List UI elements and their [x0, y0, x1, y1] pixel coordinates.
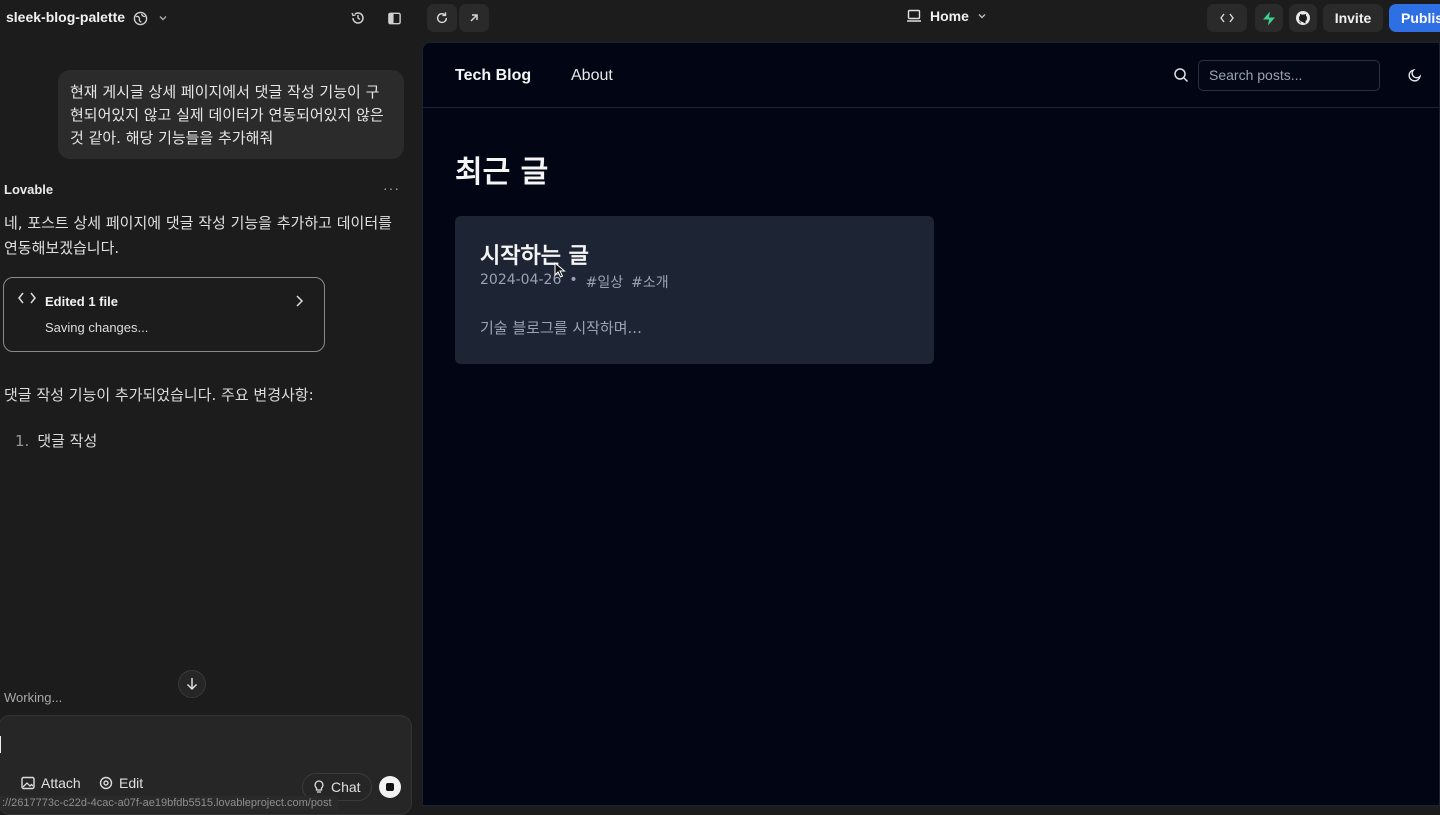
site-brand[interactable]: Tech Blog — [455, 67, 531, 85]
text-caret — [0, 736, 1, 753]
open-external-button[interactable] — [459, 4, 489, 32]
meta-separator: • — [569, 272, 578, 288]
route-selector[interactable]: Home — [906, 8, 987, 24]
post-tag[interactable]: #일상 — [586, 272, 624, 292]
laptop-icon — [907, 9, 921, 22]
open-external-icon — [470, 14, 478, 22]
code-icon — [1220, 13, 1234, 23]
top-bar: sleek-blog-palette Home Invite Publis — [0, 0, 1440, 36]
edit-label: Edit — [119, 775, 144, 791]
stop-icon — [386, 783, 394, 791]
refresh-button[interactable] — [427, 4, 457, 32]
site-header: Tech Blog About Search posts... — [423, 43, 1439, 108]
history-icon[interactable] — [346, 6, 370, 30]
assistant-message: 네, 포스트 상세 페이지에 댓글 작성 기능을 추가하고 데이터를 연동해보겠… — [4, 214, 392, 257]
lightbulb-icon — [314, 780, 324, 793]
nav-about-link[interactable]: About — [571, 67, 613, 85]
route-label: Home — [930, 8, 969, 24]
more-options-icon[interactable]: ··· — [383, 180, 400, 196]
search-input[interactable]: Search posts... — [1198, 60, 1380, 91]
mouse-cursor-icon — [554, 262, 566, 278]
section-title: 최근 글 — [455, 155, 549, 190]
attach-label: Attach — [41, 775, 81, 791]
code-icon — [18, 292, 36, 304]
working-status: Working... — [4, 690, 63, 705]
chat-panel: 현재 게시글 상세 페이지에서 댓글 작성 기능이 구현되어있지 않고 실제 데… — [0, 36, 420, 815]
chevron-down-icon — [978, 14, 986, 19]
status-url: ://2617773c-c22d-4cac-a07f-ae19bfdb5515.… — [0, 796, 338, 810]
github-button[interactable] — [1289, 4, 1317, 32]
post-tag[interactable]: #소개 — [631, 272, 669, 292]
post-card[interactable]: 시작하는 글 2024-04-26 • #일상 #소개 기술 블로그를 시작하며… — [455, 216, 934, 364]
github-icon — [1296, 11, 1310, 25]
chevron-right-icon — [296, 295, 304, 307]
globe-icon[interactable] — [128, 6, 152, 30]
assistant-name: Lovable — [4, 182, 54, 197]
supabase-button[interactable] — [1255, 4, 1283, 32]
publish-button[interactable]: Publis — [1389, 4, 1440, 32]
scroll-down-button[interactable] — [178, 670, 206, 698]
summary-text: 댓글 작성 기능이 추가되었습니다. 주요 변경사항: — [4, 386, 314, 404]
list-item: 1. 댓글 작성 — [15, 430, 97, 451]
saving-status: Saving changes... — [45, 320, 149, 335]
image-icon — [21, 776, 35, 790]
stop-button[interactable] — [379, 776, 401, 798]
list-number: 1. — [15, 432, 30, 450]
edit-button[interactable]: Edit — [99, 775, 143, 791]
moon-icon[interactable] — [1407, 67, 1423, 83]
user-message: 현재 게시글 상세 페이지에서 댓글 작성 기능이 구현되어있지 않고 실제 데… — [58, 70, 404, 159]
post-title[interactable]: 시작하는 글 — [480, 238, 589, 270]
edited-files-title: Edited 1 file — [45, 294, 118, 309]
refresh-icon — [436, 12, 448, 24]
attach-button[interactable]: Attach — [21, 775, 81, 791]
sidebar-toggle-icon[interactable] — [382, 6, 406, 30]
preview-panel: Tech Blog About Search posts... 최근 글 시작하… — [422, 42, 1440, 806]
list-text: 댓글 작성 — [37, 432, 98, 450]
arrow-down-icon — [186, 678, 198, 691]
post-date: 2024-04-26 — [480, 272, 562, 288]
post-excerpt: 기술 블로그를 시작하며... — [480, 319, 642, 337]
project-name[interactable]: sleek-blog-palette — [6, 9, 125, 25]
post-meta: 2024-04-26 • #일상 #소개 — [480, 272, 669, 292]
search-icon — [1174, 68, 1189, 83]
code-view-button[interactable] — [1207, 4, 1247, 32]
invite-button[interactable]: Invite — [1323, 4, 1383, 32]
chat-label: Chat — [331, 779, 361, 795]
edited-files-card[interactable]: Edited 1 file Saving changes... — [3, 277, 325, 352]
supabase-icon — [1263, 11, 1275, 25]
chevron-down-icon[interactable] — [151, 6, 175, 30]
target-icon — [99, 776, 113, 790]
